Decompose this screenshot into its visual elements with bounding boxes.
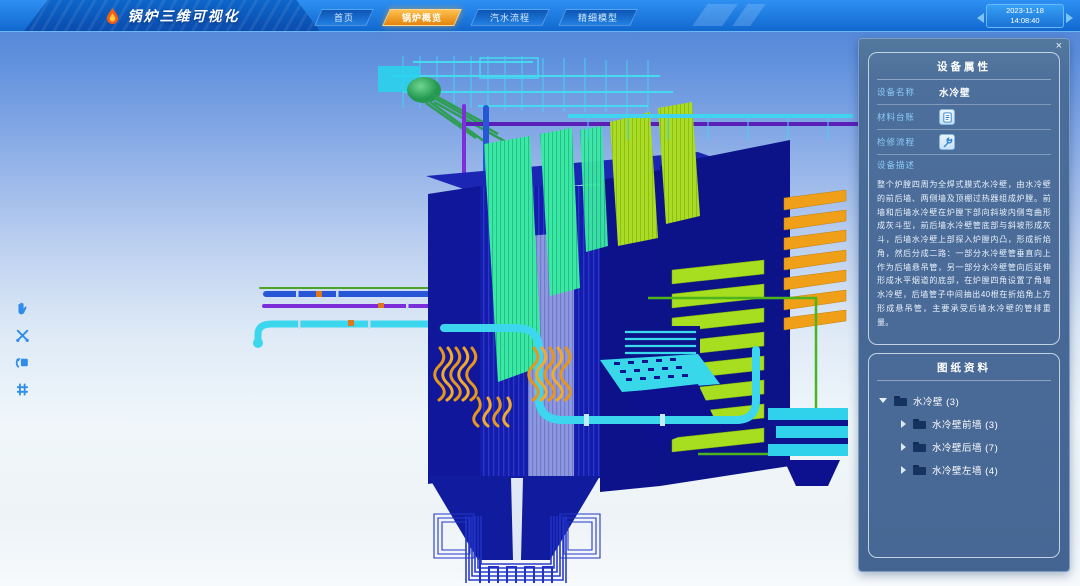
device-name-value: 水冷壁 <box>939 85 971 99</box>
scissors-icon <box>14 327 31 344</box>
field-row-material-ledger: 材料台账 <box>877 105 1051 130</box>
pan-tool-button[interactable] <box>14 300 31 317</box>
tree-item-front-wall[interactable]: 水冷壁前墙 (3) <box>877 412 1051 435</box>
app-title: 锅炉三维可视化 <box>128 6 240 26</box>
folder-icon <box>913 419 926 429</box>
right-sidebar: × 设备属性 设备名称 水冷壁 材料台账 检修流程 <box>858 38 1070 572</box>
hand-icon <box>14 300 31 317</box>
device-properties-panel: 设备属性 设备名称 水冷壁 材料台账 检修流程 <box>868 52 1060 345</box>
caret-down-icon[interactable] <box>879 398 887 403</box>
steam-drum <box>407 77 506 144</box>
caret-right-icon[interactable] <box>901 443 906 451</box>
viewport-toolbar <box>14 300 31 398</box>
field-row-device-name: 设备名称 水冷壁 <box>877 80 1051 105</box>
tab-home[interactable]: 首页 <box>314 9 374 26</box>
chevron-left-icon <box>977 13 984 23</box>
date-text: 2023-11-18 <box>1006 6 1044 16</box>
datetime-badge: 2023-11-18 14:08:40 <box>986 4 1064 28</box>
panel-title: 图纸资料 <box>877 360 1051 381</box>
tab-fine-model[interactable]: 精细模型 <box>558 9 638 26</box>
field-label: 设备描述 <box>877 159 939 171</box>
material-ledger-button[interactable] <box>939 109 955 125</box>
field-row-description: 设备描述 <box>877 155 1051 175</box>
ash-hopper <box>428 476 600 583</box>
document-icon <box>942 112 953 123</box>
top-header-bar: 锅炉三维可视化 首页 锅炉概览 汽水流程 精细模型 2023-11-18 14:… <box>0 0 1080 32</box>
tab-steam-water-flow[interactable]: 汽水流程 <box>470 9 550 26</box>
drawings-tree: 水冷壁 (3) 水冷壁前墙 (3) 水冷壁后墙 (7) 水冷壁左墙 (4) <box>877 381 1051 481</box>
app-logo-wedge: 锅炉三维可视化 <box>24 0 320 31</box>
caret-right-icon[interactable] <box>901 420 906 428</box>
main-nav: 首页 锅炉概览 汽水流程 精细模型 <box>318 9 634 26</box>
tree-item-water-wall[interactable]: 水冷壁 (3) <box>877 389 1051 412</box>
field-row-maintenance: 检修流程 <box>877 130 1051 155</box>
rotate-cube-icon <box>14 354 31 371</box>
panel-title: 设备属性 <box>877 59 1051 80</box>
flame-logo-icon <box>105 7 120 25</box>
caret-right-icon[interactable] <box>901 466 906 474</box>
rotate-view-button[interactable] <box>14 354 31 371</box>
folder-icon <box>894 396 907 406</box>
tab-boiler-overview[interactable]: 锅炉概览 <box>382 9 462 26</box>
header-decoration <box>692 4 737 26</box>
section-cut-button[interactable] <box>14 327 31 344</box>
tree-item-left-wall[interactable]: 水冷壁左墙 (4) <box>877 458 1051 481</box>
field-label: 检修流程 <box>877 136 939 148</box>
folder-icon <box>913 442 926 452</box>
grid-icon <box>14 381 31 398</box>
grid-toggle-button[interactable] <box>14 381 31 398</box>
close-icon[interactable]: × <box>1056 40 1062 52</box>
tree-item-rear-wall[interactable]: 水冷壁后墙 (7) <box>877 435 1051 458</box>
folder-icon <box>913 465 926 475</box>
chevron-right-icon <box>1066 13 1073 23</box>
field-label: 设备名称 <box>877 86 939 98</box>
boiler-3d-model[interactable] <box>228 48 888 583</box>
app-stage: 锅炉三维可视化 首页 锅炉概览 汽水流程 精细模型 2023-11-18 14:… <box>0 0 1080 586</box>
drawings-panel: 图纸资料 水冷壁 (3) 水冷壁前墙 (3) 水冷壁后墙 (7) <box>868 353 1060 558</box>
right-cyan-assembly <box>768 408 848 486</box>
maintenance-flow-button[interactable] <box>939 134 955 150</box>
header-decoration <box>732 4 765 26</box>
field-label: 材料台账 <box>877 111 939 123</box>
time-text: 14:08:40 <box>1010 16 1039 26</box>
device-description-text: 整个炉膛四周为全焊式膜式水冷壁，由水冷壁的前后墙、两侧墙及顶棚过热器组成炉膛。前… <box>877 178 1051 336</box>
wrench-icon <box>942 137 953 148</box>
